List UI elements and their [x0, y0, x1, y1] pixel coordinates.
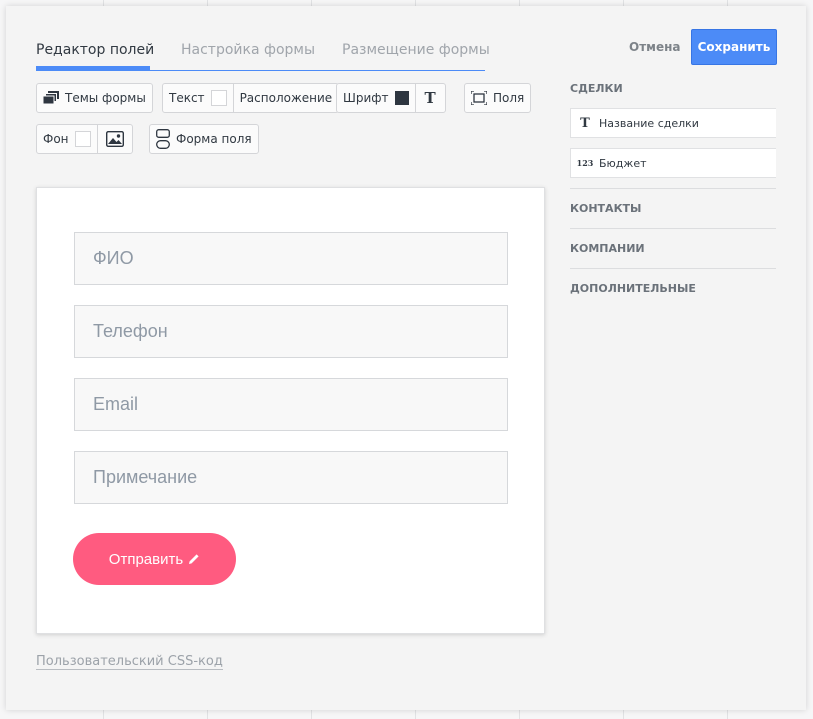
field-shape-label: Форма поля: [176, 132, 252, 146]
text-label: Текст: [169, 91, 205, 105]
font-color-button[interactable]: Шрифт: [337, 84, 415, 112]
submit-button[interactable]: Отправить: [73, 533, 236, 585]
submit-label: Отправить: [108, 550, 184, 568]
active-tab-indicator: [36, 66, 150, 70]
contacts-section[interactable]: КОНТАКТЫ: [570, 188, 776, 228]
additional-section[interactable]: ДОПОЛНИТЕЛЬНЫЕ: [570, 268, 776, 308]
tabs-bar: Редактор полей Настройка формы Размещени…: [36, 42, 490, 71]
text-position-group: Текст Расположение: [162, 83, 340, 113]
form-themes-label: Темы формы: [65, 91, 146, 105]
phone-field[interactable]: Телефон: [74, 305, 508, 358]
text-color-swatch: [210, 90, 227, 106]
position-button[interactable]: Расположение: [232, 84, 339, 112]
deal-name-field-item[interactable]: T Название сделки: [570, 108, 776, 138]
budget-label: Бюджет: [599, 156, 647, 170]
companies-section[interactable]: КОМПАНИИ: [570, 228, 776, 268]
text-type-icon: T: [580, 115, 590, 131]
name-field[interactable]: ФИО: [74, 232, 508, 285]
save-button[interactable]: Сохранить: [691, 29, 777, 65]
form-preview: ФИО Телефон Email Примечание Отправить: [36, 187, 545, 634]
margins-button[interactable]: Поля: [464, 83, 532, 113]
field-shape-icon: [156, 129, 170, 149]
field-shape-button[interactable]: Форма поля: [149, 124, 259, 154]
font-style-icon: T: [424, 89, 436, 107]
email-field[interactable]: Email: [74, 378, 508, 431]
deals-section-title: СДЕЛКИ: [570, 82, 623, 95]
font-color-swatch: [394, 91, 409, 105]
tab-form-placement[interactable]: Размещение формы: [342, 42, 490, 58]
margins-icon: [471, 91, 487, 105]
tab-form-settings[interactable]: Настройка формы: [181, 42, 315, 58]
background-group: Фон: [36, 124, 133, 154]
form-themes-button[interactable]: Темы формы: [36, 83, 153, 113]
font-label: Шрифт: [343, 91, 389, 105]
number-type-icon: 123: [576, 158, 594, 168]
deal-name-label: Название сделки: [599, 116, 699, 130]
margins-label: Поля: [493, 91, 525, 105]
font-group: Шрифт T: [336, 83, 446, 113]
font-style-button[interactable]: T: [414, 84, 445, 112]
background-label: Фон: [43, 132, 69, 146]
pencil-icon[interactable]: [188, 553, 200, 565]
custom-css-link[interactable]: Пользовательский CSS-код: [36, 654, 223, 670]
themes-icon: [43, 91, 59, 105]
budget-field-item[interactable]: 123 Бюджет: [570, 148, 776, 178]
cancel-button[interactable]: Отмена: [629, 40, 681, 54]
form-editor-modal: Редактор полей Настройка формы Размещени…: [6, 6, 806, 710]
text-color-button[interactable]: Текст: [163, 84, 233, 112]
fields-sidebar: СДЕЛКИ T Название сделки 123 Бюджет КОНТ…: [570, 82, 776, 308]
background-image-button[interactable]: [96, 125, 132, 153]
background-color-swatch: [74, 131, 91, 147]
note-field[interactable]: Примечание: [74, 451, 508, 504]
tab-field-editor[interactable]: Редактор полей: [36, 42, 154, 58]
image-icon: [105, 131, 124, 147]
background-color-button[interactable]: Фон: [37, 125, 97, 153]
position-label: Расположение: [239, 91, 333, 105]
